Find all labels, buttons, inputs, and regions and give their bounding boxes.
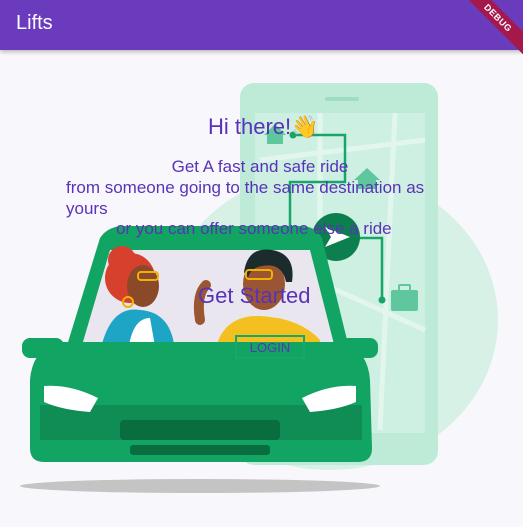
tagline-line-3: or you can offer someone else a ride <box>116 219 392 238</box>
greeting-heading: Hi there!👋 <box>208 114 319 139</box>
app-bar: Lifts <box>0 0 523 50</box>
tagline-line-1: Get A fast and safe ride <box>171 157 349 176</box>
login-button[interactable]: LOGIN <box>235 335 305 359</box>
tagline-line-2: from someone going to the same destinati… <box>66 178 425 218</box>
app-title: Lifts <box>16 12 53 34</box>
get-started-heading: Get Started <box>198 283 311 308</box>
